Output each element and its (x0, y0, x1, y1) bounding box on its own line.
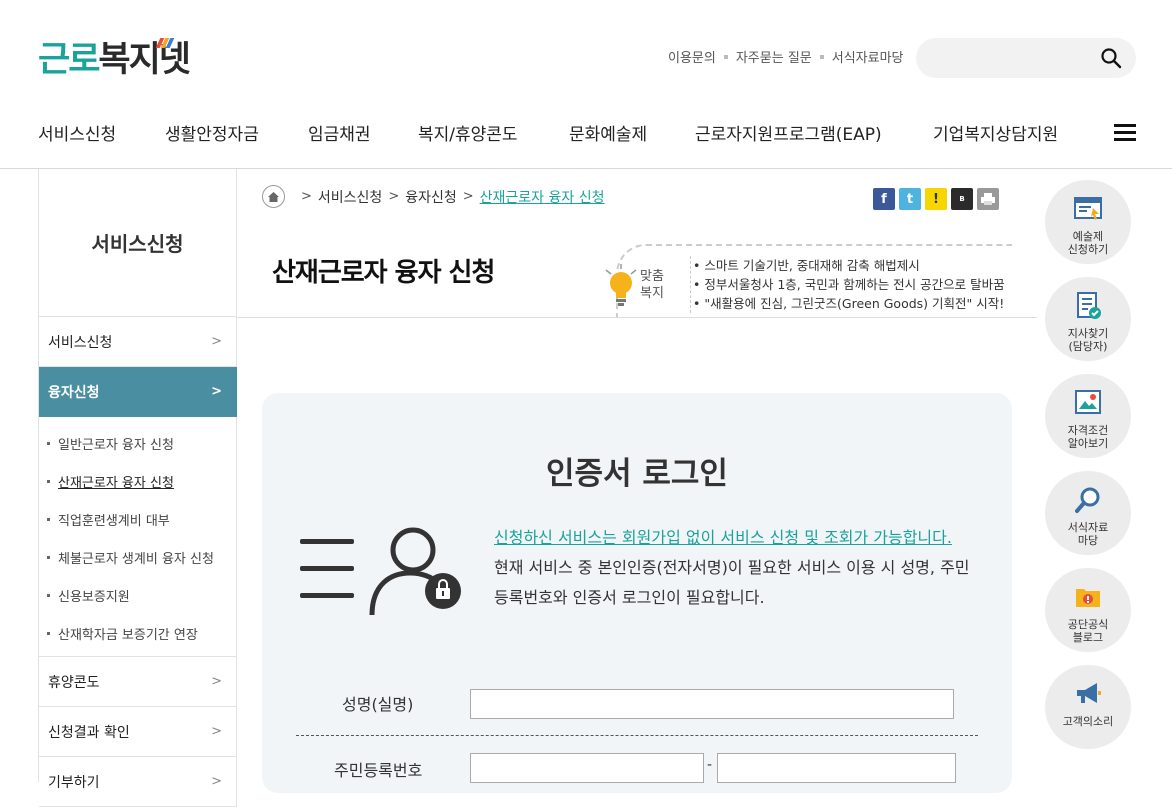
gnb-item-eap[interactable]: 근로자지원프로그램(EAP) (695, 120, 933, 145)
certificate-login-panel: 인증서 로그인 신청하신 서비스는 회원가입 없이 서비스 신청 및 조회가 가… (262, 393, 1012, 793)
rrn-back-field[interactable] (717, 753, 956, 783)
notice-label-line: 맞춤 (640, 269, 664, 284)
kakaostory-icon[interactable]: ! (925, 188, 947, 210)
chevron-right-icon: > (462, 189, 474, 204)
side-nav-item-label: 신청결과 확인 (48, 724, 130, 741)
global-nav: 서비스신청 생활안정자금 임금채권 복지/휴양콘도 문화예술제 근로자지원프로그… (38, 120, 1058, 145)
logo-part1: 근로 (38, 40, 100, 80)
blog-icon (1076, 589, 1100, 607)
site-header: 근로 복지넷 이용문의 자주묻는 질문 서식자료마당 서비스신청 생활안정자금 … (0, 0, 1172, 169)
divider (237, 317, 1037, 318)
search-icon[interactable] (1100, 47, 1122, 69)
megaphone-icon (1077, 683, 1101, 703)
magnifier-icon (1075, 487, 1100, 513)
rrn-dash: - (707, 757, 713, 773)
breadcrumb-item[interactable]: 융자신청 (405, 187, 457, 207)
quick-item-forms[interactable]: 서식자료 마당 (1045, 471, 1131, 555)
login-title: 인증서 로그인 (546, 456, 728, 492)
breadcrumb-current[interactable]: 산재근로자 융자 신청 (480, 187, 605, 207)
submenu-item[interactable]: 직업훈련생계비 대부 (39, 500, 236, 538)
side-nav-item-loan[interactable]: 융자신청 > (39, 367, 237, 417)
notice-item[interactable]: "새활용에 진심, 그린굿즈(Green Goods) 기획전" 시작! (693, 294, 1005, 313)
util-link-faq[interactable]: 자주묻는 질문 (736, 47, 812, 66)
rrn-front-field[interactable] (470, 753, 704, 783)
side-nav: 서비스신청 서비스신청 > 융자신청 > 일반근로자 융자 신청 산재근로자 융… (38, 169, 237, 807)
chevron-right-icon: > (211, 334, 222, 349)
menu-icon[interactable] (1114, 124, 1136, 142)
gnb-item-welfare-condo[interactable]: 복지/휴양콘도 (418, 120, 569, 145)
submenu-item[interactable]: 체불근로자 생계비 융자 신청 (39, 538, 236, 576)
submenu-item-current[interactable]: 산재근로자 융자 신청 (39, 462, 236, 500)
lightbulb-icon (605, 264, 637, 306)
facebook-icon[interactable]: f (873, 188, 895, 210)
qualification-icon (1075, 390, 1101, 414)
quick-menu: 예술제 신청하기 지사찾기 (담당자) 자격조건 알아보기 서식자료 마당 공단… (1045, 180, 1131, 762)
login-message-text: 현재 서비스 중 본인인증(전자서명)이 필요한 서비스 이용 시 성명, 주민… (494, 558, 970, 607)
separator-dot (819, 54, 824, 59)
side-nav-item-donate[interactable]: 기부하기 > (39, 757, 237, 807)
gnb-item-culture-art[interactable]: 문화예술제 (569, 120, 695, 145)
logo-stripes-icon (155, 38, 176, 48)
name-label: 성명(실명) (342, 695, 414, 714)
quick-item-branch[interactable]: 지사찾기 (담당자) (1045, 277, 1131, 361)
util-link-forms[interactable]: 서식자료마당 (832, 47, 904, 66)
submenu-item[interactable]: 일반근로자 융자 신청 (39, 424, 236, 462)
chevron-right-icon: > (388, 189, 400, 204)
notice-label-line: 복지 (640, 286, 664, 301)
side-nav-item-label: 휴양콘도 (48, 674, 100, 691)
quick-item-label: 고객의소리 (1062, 715, 1114, 728)
quick-item-label: 예술제 신청하기 (1067, 230, 1109, 256)
quick-item-label: 서식자료 마당 (1067, 521, 1109, 547)
notice-list: 스마트 기술기반, 중대재해 감축 해법제시 정부서울청사 1층, 국민과 함께… (690, 256, 1005, 313)
side-nav-submenu: 일반근로자 융자 신청 산재근로자 융자 신청 직업훈련생계비 대부 체불근로자… (39, 417, 237, 657)
breadcrumb: > 서비스신청 > 융자신청 > 산재근로자 융자 신청 (262, 185, 604, 208)
gnb-item-wage-claim[interactable]: 임금채권 (308, 120, 418, 145)
login-message: 신청하신 서비스는 회원가입 없이 서비스 신청 및 조회가 가능합니다. 현재… (494, 523, 974, 613)
side-nav-title: 서비스신청 (39, 169, 237, 317)
submenu-item[interactable]: 산재학자금 보증기간 연장 (39, 614, 236, 652)
quick-item-label: 공단공식 블로그 (1067, 618, 1109, 644)
gnb-item-service[interactable]: 서비스신청 (38, 120, 165, 145)
side-nav-item-service[interactable]: 서비스신청 > (39, 317, 237, 367)
band-icon[interactable]: B (951, 188, 973, 210)
quick-item-blog[interactable]: 공단공식 블로그 (1045, 568, 1131, 652)
gnb-item-corp-welfare[interactable]: 기업복지상담지원 (933, 120, 1058, 145)
share-buttons: f t ! B (873, 188, 999, 210)
side-nav-item-result[interactable]: 신청결과 확인 > (39, 707, 237, 757)
twitter-icon[interactable]: t (899, 188, 921, 210)
quick-item-qualification[interactable]: 자격조건 알아보기 (1045, 374, 1131, 458)
gnb-item-living-fund[interactable]: 생활안정자금 (165, 120, 308, 145)
submenu-item[interactable]: 신용보증지원 (39, 576, 236, 614)
util-link-inquiry[interactable]: 이용문의 (668, 47, 716, 66)
home-icon[interactable] (262, 185, 285, 208)
chevron-right-icon: > (301, 189, 312, 204)
notice-item[interactable]: 정부서울청사 1층, 국민과 함께하는 전시 공간으로 탈바꿈 (693, 275, 1004, 294)
side-nav-item-condo[interactable]: 휴양콘도 > (39, 657, 237, 707)
chevron-right-icon: > (211, 674, 222, 689)
divider (296, 735, 978, 736)
utility-links: 이용문의 자주묻는 질문 서식자료마당 (668, 47, 904, 66)
user-lock-icon (300, 527, 461, 616)
breadcrumb-item[interactable]: 서비스신청 (318, 187, 382, 207)
chevron-right-icon: > (211, 724, 222, 739)
quick-item-voice[interactable]: 고객의소리 (1045, 665, 1131, 749)
quick-item-label: 지사찾기 (담당자) (1067, 327, 1109, 353)
print-icon[interactable] (977, 188, 999, 210)
page-title: 산재근로자 융자 신청 (272, 258, 495, 288)
art-icon (1074, 197, 1102, 220)
side-nav-item-label: 서비스신청 (48, 334, 113, 351)
quick-item-art[interactable]: 예술제 신청하기 (1045, 180, 1131, 264)
side-nav-item-label: 융자신청 (48, 384, 100, 401)
notice-item[interactable]: 스마트 기술기반, 중대재해 감축 해법제시 (693, 256, 1005, 275)
chevron-right-icon: > (211, 384, 222, 399)
search-input[interactable] (916, 38, 1136, 78)
name-field[interactable] (470, 689, 954, 719)
rrn-label: 주민등록번호 (334, 761, 423, 780)
site-logo[interactable]: 근로 복지넷 (38, 38, 191, 82)
quick-item-label: 자격조건 알아보기 (1067, 424, 1109, 450)
login-message-link[interactable]: 신청하신 서비스는 회원가입 없이 서비스 신청 및 조회가 가능합니다. (494, 528, 952, 547)
branch-search-icon (1077, 292, 1101, 319)
notice-label: 맞춤 복지 (640, 268, 664, 302)
separator-dot (723, 54, 728, 59)
